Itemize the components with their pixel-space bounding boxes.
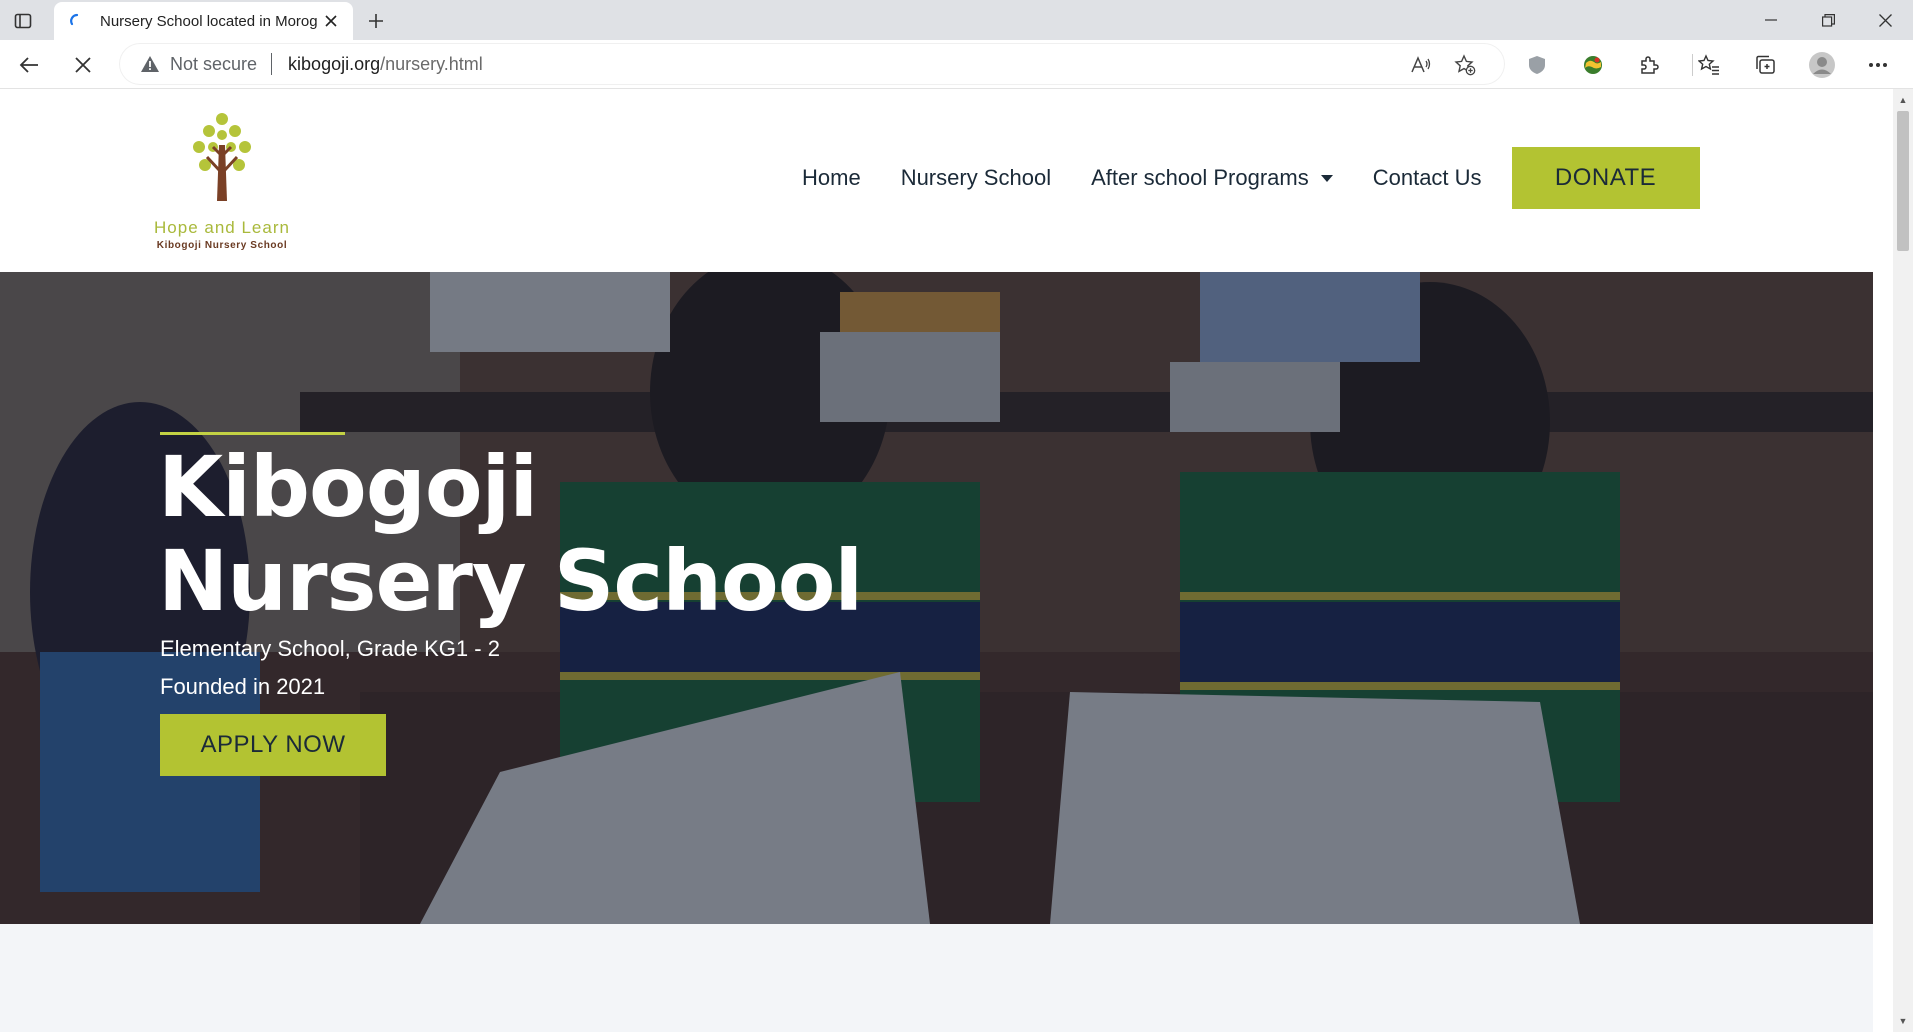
more-menu-icon[interactable] (1861, 48, 1895, 82)
nav-contact-us[interactable]: Contact Us (1373, 165, 1482, 191)
tab-title: Nursery School located in Morog (100, 12, 318, 30)
tab-actions-icon[interactable] (10, 8, 36, 34)
donate-button[interactable]: DONATE (1511, 147, 1700, 209)
warning-triangle-icon (141, 56, 159, 72)
stop-loading-icon[interactable] (66, 48, 100, 82)
hero-title: Kibogoji Nursery School (158, 438, 863, 630)
loading-spinner-icon (68, 12, 86, 30)
site-logo[interactable]: Hope and Learn Kibogoji Nursery School (148, 111, 296, 251)
page-scrollbar[interactable]: ▲ ▼ (1893, 89, 1913, 1032)
profile-avatar-icon[interactable] (1805, 48, 1839, 82)
address-separator (271, 53, 273, 75)
browser-tabstrip: Nursery School located in Morog (0, 0, 1913, 40)
tree-logo-icon (193, 113, 251, 201)
nav-after-school-label: After school Programs (1091, 165, 1309, 190)
site-header: Hope and Learn Kibogoji Nursery School H… (0, 89, 1893, 272)
shield-extension-icon[interactable] (1520, 48, 1554, 82)
scrollbar-thumb[interactable] (1897, 111, 1909, 251)
back-arrow-icon[interactable] (12, 48, 46, 82)
dropdown-caret-icon (1320, 174, 1333, 182)
hero-accent-rule (160, 432, 345, 435)
tab-close-icon[interactable] (319, 9, 343, 33)
globe-extension-icon[interactable] (1576, 48, 1610, 82)
nav-after-school-programs[interactable]: After school Programs (1091, 165, 1333, 191)
scroll-up-arrow-icon[interactable]: ▲ (1893, 91, 1913, 109)
logo-tagline: Kibogoji Nursery School (156, 240, 288, 251)
page-viewport: Hope and Learn Kibogoji Nursery School H… (0, 89, 1893, 1032)
scroll-down-arrow-icon[interactable]: ▼ (1893, 1012, 1913, 1030)
hero-founded: Founded in 2021 (160, 674, 326, 699)
url-path: /nursery.html (380, 53, 483, 74)
nav-nursery-school[interactable]: Nursery School (901, 165, 1051, 191)
browser-tab-active[interactable]: Nursery School located in Morog (54, 2, 353, 40)
main-nav: Home Nursery School After school Program… (802, 147, 1700, 209)
security-indicator[interactable]: Not secure (140, 54, 257, 75)
nav-home[interactable]: Home (802, 165, 861, 191)
close-window-icon[interactable] (1857, 0, 1913, 40)
security-label: Not secure (170, 53, 258, 74)
restore-icon[interactable] (1800, 0, 1856, 40)
add-favorite-icon[interactable] (1450, 50, 1480, 80)
read-aloud-icon[interactable] (1406, 50, 1436, 80)
minimize-icon[interactable] (1743, 0, 1799, 40)
new-tab-icon[interactable] (362, 7, 390, 35)
browser-toolbar: Not secure kibogoji.org /nursery.html (0, 40, 1913, 89)
hero-subtitle: Elementary School, Grade KG1 - 2 (160, 636, 500, 661)
hero-section: Kibogoji Nursery School Elementary Schoo… (0, 272, 1873, 924)
collections-icon[interactable] (1748, 48, 1782, 82)
address-bar[interactable]: Not secure kibogoji.org /nursery.html (120, 44, 1504, 84)
url-host: kibogoji.org (288, 53, 381, 74)
extensions-puzzle-icon[interactable] (1632, 48, 1666, 82)
next-section (0, 924, 1873, 1032)
logo-name: Hope and Learn (154, 218, 290, 237)
favorites-icon[interactable] (1692, 48, 1726, 82)
apply-now-button[interactable]: APPLY NOW (160, 714, 386, 776)
